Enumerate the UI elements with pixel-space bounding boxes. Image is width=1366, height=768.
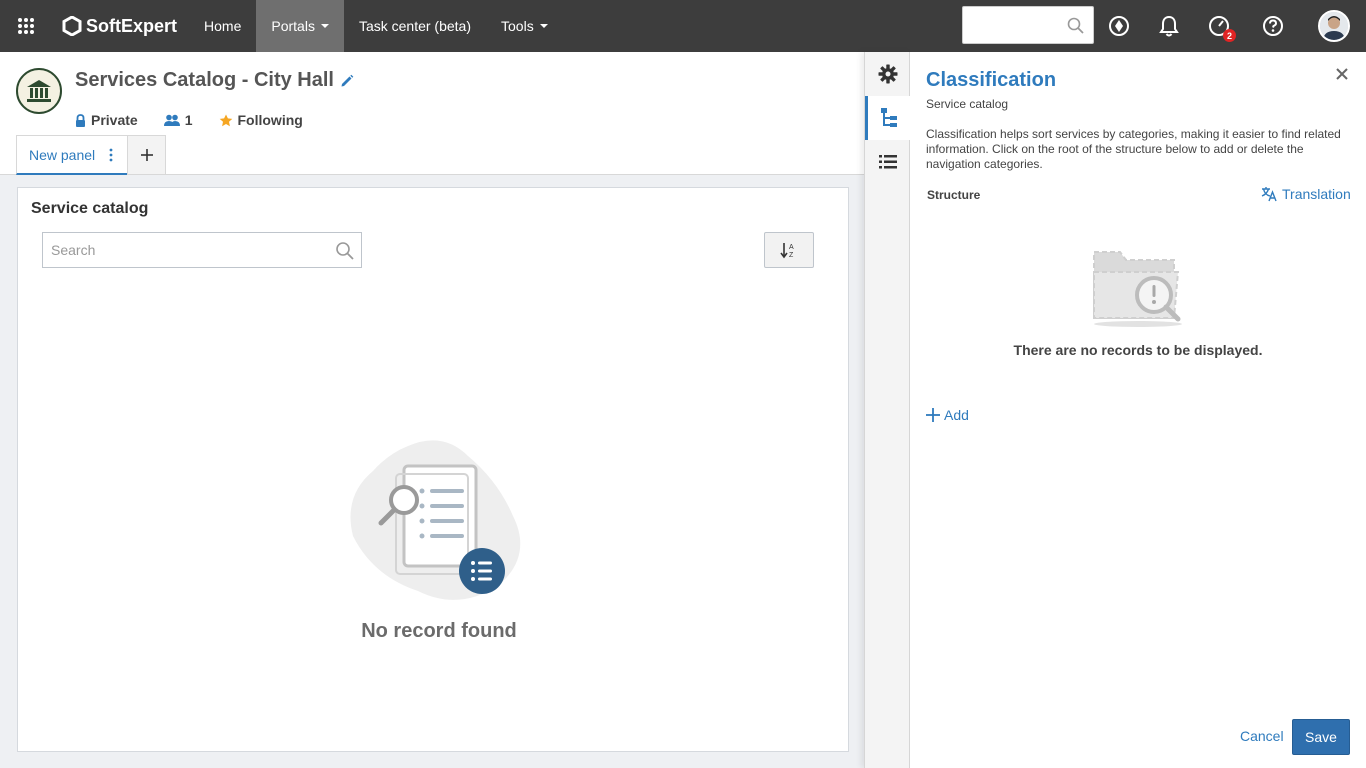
- empty-state-message: No record found: [361, 620, 517, 642]
- caret-down-icon: [539, 24, 548, 28]
- svg-text:A: A: [789, 244, 794, 251]
- plus-icon: [140, 149, 153, 161]
- cancel-button[interactable]: Cancel: [1240, 728, 1284, 744]
- panel-subtitle: Service catalog: [926, 97, 1009, 111]
- settings-tab[interactable]: [865, 52, 910, 96]
- widget-search: [42, 232, 362, 268]
- lock-icon: [76, 113, 85, 127]
- global-search-input[interactable]: [962, 6, 1094, 44]
- portal-meta: Private 1 Following: [75, 112, 303, 128]
- translation-label: Translation: [1282, 186, 1351, 202]
- nav-portals-label: Portals: [271, 18, 315, 34]
- task-gauge-icon[interactable]: 2: [1206, 13, 1236, 42]
- user-avatar[interactable]: [1318, 10, 1350, 42]
- widget-search-input[interactable]: [43, 233, 323, 267]
- bell-icon[interactable]: [1156, 13, 1182, 39]
- close-icon[interactable]: [1334, 66, 1350, 82]
- nav-tools[interactable]: Tools: [486, 0, 563, 52]
- nav-task-center-label: Task center (beta): [358, 18, 472, 34]
- sort-az-button[interactable]: A Z: [764, 232, 814, 268]
- gear-icon: [878, 64, 897, 84]
- no-record-illustration: [348, 436, 532, 611]
- help-icon[interactable]: [1260, 13, 1286, 39]
- nav-home[interactable]: Home: [189, 0, 256, 52]
- star-icon: [219, 114, 232, 126]
- nav-tools-label: Tools: [501, 18, 534, 34]
- portal-title: Services Catalog - City Hall: [75, 69, 354, 92]
- side-tab-strip: [864, 52, 910, 768]
- structure-label: Structure: [927, 188, 981, 202]
- empty-structure-message: There are no records to be displayed.: [1013, 342, 1263, 358]
- translation-link[interactable]: Translation: [1261, 186, 1351, 202]
- classification-panel: Classification Service catalog Classific…: [910, 52, 1366, 768]
- svg-text:Z: Z: [789, 252, 794, 259]
- add-panel-button[interactable]: [127, 135, 166, 175]
- save-button[interactable]: Save: [1292, 719, 1350, 755]
- search-icon[interactable]: [335, 241, 355, 261]
- nav-home-label: Home: [204, 18, 242, 34]
- list-icon: [878, 155, 897, 169]
- users-icon: [163, 114, 180, 126]
- service-catalog-widget: Service catalog A Z: [17, 187, 849, 752]
- plus-icon: [926, 408, 940, 422]
- search-icon: [1067, 17, 1084, 34]
- hierarchy-tree-icon: [881, 108, 897, 127]
- caret-down-icon: [320, 24, 329, 28]
- members-count[interactable]: 1: [163, 112, 193, 128]
- panel-canvas: Service catalog A Z: [0, 175, 864, 768]
- widget-title: Service catalog: [31, 200, 149, 217]
- panel-title: Classification: [926, 69, 1057, 91]
- following-label: Following: [237, 112, 303, 128]
- privacy-label: Private: [91, 112, 138, 128]
- nav-portals[interactable]: Portals: [256, 0, 344, 52]
- brand-name: SoftExpert: [86, 15, 178, 36]
- list-tab[interactable]: [865, 140, 910, 184]
- more-options-icon[interactable]: [109, 148, 113, 162]
- add-category-button[interactable]: Add: [926, 407, 969, 423]
- portal-area: Services Catalog - City Hall Private 1 F…: [0, 52, 864, 768]
- classification-tab[interactable]: [865, 96, 910, 140]
- edit-pencil-icon[interactable]: [340, 74, 354, 88]
- portal-logo: [16, 68, 62, 114]
- empty-folder-illustration: [1092, 250, 1186, 335]
- softexpert-logo-icon: [62, 16, 82, 36]
- following-toggle[interactable]: Following: [219, 112, 303, 128]
- add-label: Add: [944, 407, 969, 423]
- members-count-value: 1: [184, 112, 193, 128]
- privacy-status: Private: [75, 112, 138, 128]
- panel-tabbar: New panel: [0, 135, 864, 175]
- softexpert-logo[interactable]: SoftExpert: [62, 16, 177, 37]
- tab-new-panel-label: New panel: [29, 146, 96, 163]
- tab-new-panel[interactable]: New panel: [16, 135, 128, 175]
- nav-task-center[interactable]: Task center (beta): [344, 0, 486, 52]
- panel-description: Classification helps sort services by ca…: [926, 127, 1341, 171]
- notification-count-badge: 2: [1223, 29, 1236, 42]
- sort-alpha-icon: A Z: [780, 243, 794, 259]
- portal-title-text: Services Catalog - City Hall: [75, 69, 334, 91]
- city-hall-seal-icon: [27, 80, 51, 102]
- apps-grid-icon[interactable]: [0, 0, 52, 52]
- compass-icon[interactable]: [1106, 13, 1132, 39]
- translate-icon: [1261, 187, 1277, 202]
- top-navigation-bar: SoftExpert Home Portals Task center (bet…: [0, 0, 1366, 52]
